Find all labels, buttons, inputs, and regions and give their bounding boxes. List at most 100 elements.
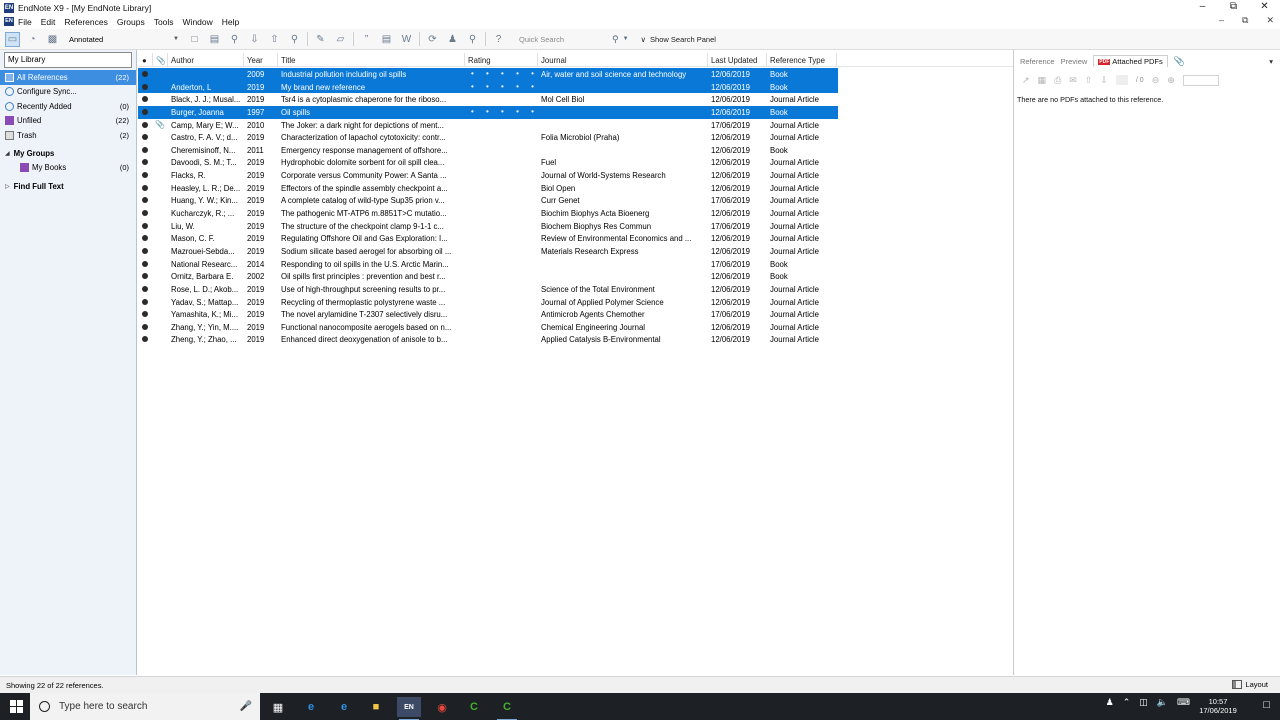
tab-reference[interactable]: Reference (1020, 57, 1055, 66)
layout-button[interactable]: Layout (1232, 680, 1268, 689)
reference-row[interactable]: National Researc... 2014 Responding to oil… (138, 258, 838, 271)
microphone-icon[interactable]: 🎤 (240, 701, 252, 712)
rating-dots[interactable]: • • • • • (471, 82, 539, 91)
document-icon[interactable]: EN (4, 17, 14, 26)
attachment-column-icon[interactable]: 📎 (156, 56, 166, 65)
email-icon[interactable]: ✉ (1069, 75, 1077, 86)
next-page-icon[interactable]: ⇩ (1100, 75, 1108, 86)
page-number-input[interactable] (1115, 75, 1128, 85)
read-status-dot-icon[interactable] (142, 146, 148, 153)
endnote-taskbar-icon[interactable]: EN (397, 697, 421, 720)
camtasia-recorder-icon[interactable]: C (495, 697, 519, 720)
read-status-dot-icon[interactable] (142, 96, 148, 103)
find-full-text-icon[interactable]: ⚲ (287, 32, 302, 47)
taskbar-clock[interactable]: 10:57 17/06/2019 (1196, 697, 1240, 715)
read-status-dot-icon[interactable] (142, 285, 148, 292)
reference-row[interactable]: Ornitz, Barbara E. 2002 Oil spills first p… (138, 270, 838, 283)
column-last-updated[interactable]: Last Updated (711, 56, 757, 65)
insert-citation-icon[interactable]: ” (359, 32, 374, 47)
network-icon[interactable]: ◫ (1139, 697, 1148, 708)
new-reference-icon[interactable]: □ (187, 32, 202, 47)
reference-row[interactable]: Castro, F. A. V.; d... 2019 Characterizati… (138, 131, 838, 144)
reference-row[interactable]: Yadav, S.; Mattap... 2019 Recycling of the… (138, 296, 838, 309)
volume-icon[interactable]: 🔈 (1157, 697, 1168, 708)
help-icon[interactable]: ? (491, 32, 506, 47)
reference-row[interactable]: Black, J. J.; Musal... 2019 Tsr4 is a cyto… (138, 93, 838, 106)
menu-help[interactable]: Help (222, 17, 239, 27)
menu-file[interactable]: File (18, 17, 32, 27)
read-status-dot-icon[interactable] (142, 108, 148, 115)
read-status-dot-icon[interactable] (142, 260, 148, 267)
group-configure-sync[interactable]: Configure Sync... (0, 85, 136, 100)
doc-minimize-button[interactable]: – (1219, 15, 1224, 26)
group-recently-added[interactable]: Recently Added (0) (0, 99, 136, 114)
reference-row[interactable]: Kucharczyk, R.; ... 2019 The pathogenic MT… (138, 207, 838, 220)
reference-row[interactable]: Burger, Joanna 1997 Oil spills 12/06/2019 Bo… (138, 105, 838, 119)
read-status-dot-icon[interactable] (142, 298, 148, 305)
reference-row[interactable]: Mazrouei-Sebda... 2019 Sodium silicate bas… (138, 245, 838, 258)
chrome-icon[interactable]: ◉ (430, 697, 454, 717)
read-status-dot-icon[interactable] (142, 121, 148, 128)
read-status-dot-icon[interactable] (142, 336, 148, 343)
read-status-dot-icon[interactable] (142, 311, 148, 318)
file-explorer-icon[interactable]: ■ (364, 697, 388, 717)
read-status-column-icon[interactable]: ● (142, 56, 147, 65)
reference-row[interactable]: Zhang, Y.; Yin, M.... 2019 Functional nano… (138, 321, 838, 334)
tab-preview[interactable]: Preview (1061, 57, 1088, 66)
group-my-books[interactable]: My Books (0) (0, 161, 136, 176)
reference-row[interactable]: Anderton, L 2019 My brand new reference 12/… (138, 80, 838, 94)
task-view-icon[interactable]: ▦ (266, 697, 290, 717)
tab-attached-pdfs[interactable]: PDF Attached PDFs (1093, 55, 1168, 67)
action-center-icon[interactable]: □ (1263, 699, 1270, 711)
reference-row[interactable]: Davoodi, S. M.; T... 2019 Hydrophobic dolo… (138, 156, 838, 169)
people-icon[interactable]: ♟ (1106, 697, 1114, 708)
read-status-dot-icon[interactable] (142, 83, 148, 90)
sync-icon[interactable]: ⟳ (425, 32, 440, 47)
doc-close-button[interactable]: ✕ (1266, 15, 1274, 26)
print-icon[interactable]: ⎙ (1054, 75, 1061, 86)
share-library-icon[interactable]: ♟ (445, 32, 460, 47)
read-status-dot-icon[interactable] (142, 172, 148, 179)
integrated-library-mode-icon[interactable]: ▩ (45, 32, 60, 47)
column-divider[interactable] (152, 53, 153, 67)
menu-window[interactable]: Window (183, 17, 213, 27)
column-divider[interactable] (243, 53, 244, 67)
edge-icon[interactable]: e (299, 697, 323, 717)
column-reference-type[interactable]: Reference Type (770, 56, 825, 65)
copy-formatted-icon[interactable]: ▤ (207, 32, 222, 47)
reference-row[interactable]: 2009 Industrial pollution including oil s… (138, 68, 838, 81)
column-journal[interactable]: Journal (541, 56, 567, 65)
close-button[interactable]: ✕ (1249, 0, 1280, 15)
column-divider[interactable] (707, 53, 708, 67)
open-link-icon[interactable]: ✎ (313, 32, 328, 47)
zoom-out-icon[interactable]: ⊖ (1152, 75, 1160, 86)
camtasia-icon[interactable]: C (462, 697, 486, 717)
quick-search-input[interactable]: Quick Search (516, 32, 608, 46)
import-icon[interactable]: ⇩ (247, 32, 262, 47)
reference-row[interactable]: 📎 Camp, Mary E; W... 2010 The Joker: a dark… (138, 119, 838, 132)
column-divider[interactable] (277, 53, 278, 67)
chevron-down-icon[interactable]: ▾ (1269, 57, 1273, 66)
column-author[interactable]: Author (171, 56, 194, 65)
column-year[interactable]: Year (247, 56, 263, 65)
column-divider[interactable] (537, 53, 538, 67)
read-status-dot-icon[interactable] (142, 222, 148, 229)
export-icon[interactable]: ⇧ (267, 32, 282, 47)
my-groups-header[interactable]: ◢ My Groups (0, 147, 136, 161)
save-icon[interactable]: ▦ (1038, 75, 1047, 86)
minimize-button[interactable]: – (1187, 0, 1218, 15)
read-status-dot-icon[interactable] (142, 197, 148, 204)
show-hidden-icons-chevron-icon[interactable]: ⌃ (1123, 697, 1131, 708)
group-unfiled[interactable]: Unfiled (22) (0, 114, 136, 129)
column-divider[interactable] (766, 53, 767, 67)
menu-tools[interactable]: Tools (154, 17, 174, 27)
group-trash[interactable]: Trash (2) (0, 128, 136, 143)
previous-page-icon[interactable]: ⇧ (1085, 75, 1093, 86)
reference-row[interactable]: Mason, C. F. 2019 Regulating Offshore Oil … (138, 232, 838, 245)
menu-references[interactable]: References (64, 17, 107, 27)
zoom-in-icon[interactable]: ⊕ (1167, 75, 1175, 86)
show-search-panel-button[interactable]: ∨ Show Search Panel (641, 35, 716, 44)
windows-start-icon[interactable] (10, 700, 23, 713)
read-status-dot-icon[interactable] (142, 184, 148, 191)
reference-row[interactable]: Yamashita, K.; Mi... 2019 The novel arylam… (138, 308, 838, 321)
